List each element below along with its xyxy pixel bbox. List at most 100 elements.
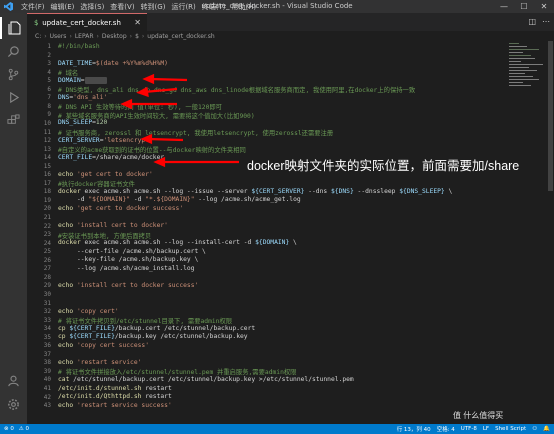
feedback-icon[interactable]: ⚇	[532, 426, 537, 432]
code-line[interactable]: /etc/init.d/stunnel.sh restart	[58, 385, 172, 392]
tab-update-cert-docker[interactable]: $ update_cert_docker.sh ✕	[27, 13, 147, 31]
line-number: 28	[43, 273, 51, 281]
menu-item[interactable]: 帮助(H)	[229, 2, 260, 12]
code-token: 120	[95, 119, 108, 127]
code-editor[interactable]: 1 2 3 4 5 6 7 8 9 10 11 12 13 14 15 16 17 18 19 20 21 22 23 24 2…	[27, 41, 507, 424]
breadcrumb-item[interactable]: LEPAR	[75, 33, 94, 40]
warnings-count[interactable]: ⚠ 0	[19, 426, 29, 432]
code-line[interactable]: cat /etc/stunnel/backup.cert /etc/stunne…	[58, 376, 354, 383]
code-line[interactable]: echo 'install cert to docker'	[58, 222, 168, 229]
code-line[interactable]: docker exec acme.sh acme.sh --log --inst…	[58, 239, 297, 246]
code-token: /etc/init.d/stunnel.sh	[58, 384, 142, 392]
account-icon[interactable]	[0, 369, 27, 391]
line-number: 13	[43, 145, 51, 153]
breadcrumb-item[interactable]: Users	[50, 33, 67, 40]
code-token: /backup.key /etc/stunnel/backup.key	[114, 333, 248, 341]
breadcrumb-item[interactable]: $	[135, 33, 139, 40]
code-line[interactable]: echo 'restart service'	[58, 359, 141, 366]
tab-close-icon[interactable]: ✕	[134, 18, 141, 27]
source-control-icon[interactable]	[0, 63, 27, 85]
run-debug-icon[interactable]	[0, 86, 27, 108]
notifications-icon[interactable]: 🔔	[543, 426, 550, 432]
code-line[interactable]: cp ${CERT_FILE}/backup.cert /etc/stunnel…	[58, 325, 255, 332]
vscode-logo-icon	[3, 1, 14, 12]
breadcrumb-item[interactable]: Desktop	[102, 33, 127, 40]
line-number: 23	[43, 231, 51, 239]
code-token: echo	[58, 358, 74, 366]
code-token: --dns	[304, 187, 331, 195]
cursor-position[interactable]: 行 13，列 40	[397, 425, 431, 433]
split-editor-icon[interactable]: ◫	[528, 17, 536, 26]
code-token: restart	[141, 393, 172, 401]
language-mode[interactable]: Shell Script	[495, 426, 526, 432]
code-line[interactable]: echo 'install cert to docker success'	[58, 282, 198, 289]
breadcrumb-item[interactable]: C:	[35, 33, 41, 40]
encoding[interactable]: UTF-8	[461, 426, 477, 432]
code-token: exec acme.sh acme.sh --log --install-cer…	[80, 239, 256, 247]
code-token: echo	[58, 401, 74, 409]
line-number: 39	[43, 367, 51, 375]
chevron-right-icon: ›	[44, 32, 47, 40]
line-number: 36	[43, 342, 51, 350]
menu-item[interactable]: 转到(G)	[138, 2, 169, 12]
menu-item[interactable]: 选择(S)	[77, 2, 107, 12]
watermark: 值 什么值得买	[453, 411, 504, 420]
code-line[interactable]: CERT_FILE=/share/acme/docker	[58, 154, 164, 161]
errors-count[interactable]: ⊗ 0	[4, 426, 14, 432]
menu-item[interactable]: 编辑(E)	[48, 2, 78, 12]
close-window-button[interactable]: ✕	[534, 0, 554, 13]
menu-item[interactable]: 终端(T)	[199, 2, 229, 12]
line-number: 31	[43, 299, 51, 307]
search-icon[interactable]	[0, 40, 27, 62]
line-number: 4	[47, 68, 51, 76]
code-line[interactable]: echo 'get cert to docker'	[58, 171, 153, 178]
minimize-button[interactable]: —	[494, 0, 514, 13]
code-line[interactable]: /etc/init.d/Qthttpd.sh restart	[58, 393, 172, 400]
code-token: DNS_SLEEP	[58, 119, 93, 127]
code-line[interactable]: -d "${DOMAIN}" -d "*.${DOMAIN}" --log /a…	[58, 196, 301, 203]
code-token: --key-file /acme.sh/backup.key \	[58, 256, 199, 264]
code-line[interactable]: DOMAIN=██████	[58, 76, 108, 84]
line-number: 15	[43, 162, 51, 170]
minimap[interactable]	[507, 41, 547, 91]
menu-item[interactable]: 查看(V)	[107, 2, 137, 12]
maximize-button[interactable]: ☐	[514, 0, 534, 13]
code-line[interactable]: --cert-file /acme.sh/backup.cert \	[58, 248, 206, 255]
settings-gear-icon[interactable]	[0, 393, 27, 415]
line-number: 22	[43, 222, 51, 230]
menu-item[interactable]: 运行(R)	[168, 2, 198, 12]
code-line[interactable]: DNS='dns_ali'	[58, 94, 107, 101]
breadcrumb-item[interactable]: update_cert_docker.sh	[147, 33, 214, 40]
code-line[interactable]: --log /acme.sh/acme_install.log	[58, 264, 195, 272]
line-number: 32	[43, 308, 51, 316]
code-line[interactable]: echo 'restart service success'	[58, 402, 172, 409]
code-line[interactable]: echo 'get cert to docker success'	[58, 205, 183, 212]
indentation[interactable]: 空格: 4	[437, 425, 455, 433]
code-line[interactable]: --key-file /acme.sh/backup.key \	[58, 256, 198, 263]
code-line[interactable]: CERT_SERVER='letsencrypt'	[58, 137, 153, 144]
vertical-scrollbar[interactable]	[547, 41, 554, 424]
explorer-icon[interactable]	[0, 17, 27, 39]
menu-item[interactable]: 文件(F)	[18, 2, 48, 12]
breadcrumb: C: › Users › LEPAR › Desktop › $ › update_cert_doc…	[27, 31, 554, 41]
code-line[interactable]: # DNS类型, dns_ali dns_dp dns_gd dns_aws d…	[58, 85, 415, 94]
code-line[interactable]: cp ${CERT_FILE}/backup.key /etc/stunnel/…	[58, 333, 248, 340]
code-token: docker	[58, 187, 81, 195]
shell-file-icon: $	[34, 18, 39, 27]
code-token: --log /acme.sh/acme_install.log	[58, 264, 195, 272]
code-line[interactable]: echo 'copy cert success'	[58, 342, 149, 349]
code-line[interactable]: DATE_TIME=$(date +%Y%m%d%H%M)	[58, 60, 168, 67]
code-line[interactable]: echo 'copy cert'	[58, 308, 119, 315]
line-number: 11	[43, 128, 51, 136]
code-line[interactable]: #!/bin/bash	[58, 43, 100, 50]
line-number: 1	[47, 43, 51, 50]
scroll-thumb[interactable]	[548, 41, 553, 191]
code-line[interactable]: docker exec acme.sh acme.sh --log --issu…	[58, 188, 452, 195]
code-line[interactable]: DNS_SLEEP=120	[58, 119, 107, 126]
code-token: echo	[58, 281, 74, 289]
extensions-icon[interactable]	[0, 109, 27, 131]
line-number: 12	[43, 137, 51, 145]
line-number: 38	[43, 359, 51, 367]
line-ending[interactable]: LF	[483, 426, 489, 432]
more-actions-icon[interactable]: ⋯	[542, 17, 550, 26]
